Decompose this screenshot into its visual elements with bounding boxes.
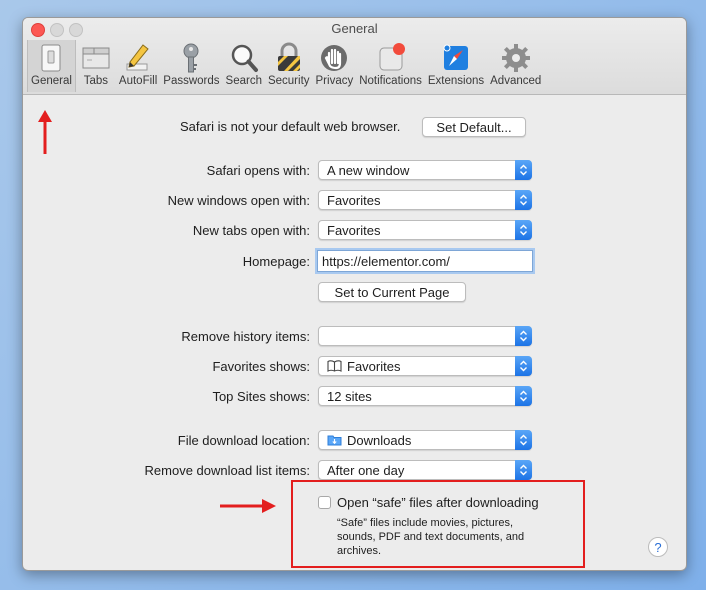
remove-history-select[interactable] xyxy=(318,326,532,346)
remove-download-label: Remove download list items: xyxy=(144,463,310,478)
preferences-toolbar: General Tabs AutoFill Passwords Search S… xyxy=(27,40,544,92)
remove-history-label: Remove history items: xyxy=(181,329,310,344)
tab-general[interactable]: General xyxy=(27,40,76,92)
magnifier-icon xyxy=(227,41,261,75)
tab-tabs[interactable]: Tabs xyxy=(76,40,116,92)
set-current-page-button[interactable]: Set to Current Page xyxy=(318,282,466,302)
remove-download-select[interactable]: After one day xyxy=(318,460,532,480)
favorites-shows-label: Favorites shows: xyxy=(212,359,310,374)
chevron-updown-icon xyxy=(515,190,532,210)
book-icon xyxy=(327,360,342,372)
download-location-label: File download location: xyxy=(177,433,310,448)
gear-icon xyxy=(499,41,533,75)
key-icon xyxy=(174,41,208,75)
chevron-updown-icon xyxy=(515,386,532,406)
chevron-updown-icon xyxy=(515,160,532,180)
default-browser-text: Safari is not your default web browser. xyxy=(180,119,401,134)
tab-passwords[interactable]: Passwords xyxy=(160,40,222,92)
general-switch-icon xyxy=(34,41,68,75)
tab-security[interactable]: Security xyxy=(265,40,313,92)
tab-extensions[interactable]: Extensions xyxy=(425,40,487,92)
opens-with-select[interactable]: A new window xyxy=(318,160,532,180)
help-button[interactable]: ? xyxy=(648,537,668,557)
hand-icon xyxy=(317,41,351,75)
chevron-updown-icon xyxy=(515,430,532,450)
titlebar: General General Tabs AutoFill Passwords … xyxy=(23,18,686,95)
set-default-button[interactable]: Set Default... xyxy=(422,117,526,137)
chevron-updown-icon xyxy=(515,326,532,346)
chevron-updown-icon xyxy=(515,460,532,480)
new-windows-label: New windows open with: xyxy=(167,193,310,208)
top-sites-label: Top Sites shows: xyxy=(212,389,310,404)
annotation-arrow-right-icon xyxy=(220,499,276,513)
puzzle-compass-icon xyxy=(439,41,473,75)
tab-autofill[interactable]: AutoFill xyxy=(116,40,160,92)
padlock-icon xyxy=(272,41,306,75)
homepage-input[interactable]: https://elementor.com/ xyxy=(317,250,533,272)
favorites-shows-select[interactable]: Favorites xyxy=(318,356,532,376)
opens-with-label: Safari opens with: xyxy=(206,163,310,178)
tabs-icon xyxy=(79,41,113,75)
download-location-select[interactable]: Downloads xyxy=(318,430,532,450)
window-title: General xyxy=(331,21,378,36)
top-sites-select[interactable]: 12 sites xyxy=(318,386,532,406)
annotation-highlight-box xyxy=(291,480,585,568)
tab-search[interactable]: Search xyxy=(223,40,265,92)
tab-privacy[interactable]: Privacy xyxy=(313,40,357,92)
homepage-label: Homepage: xyxy=(242,254,310,269)
notification-badge-icon xyxy=(374,41,408,75)
tab-notifications[interactable]: Notifications xyxy=(356,40,425,92)
pencil-icon xyxy=(121,41,155,75)
chevron-updown-icon xyxy=(515,220,532,240)
annotation-arrow-up-icon xyxy=(38,110,52,154)
chevron-updown-icon xyxy=(515,356,532,376)
folder-icon xyxy=(327,434,342,446)
new-windows-select[interactable]: Favorites xyxy=(318,190,532,210)
new-tabs-select[interactable]: Favorites xyxy=(318,220,532,240)
new-tabs-label: New tabs open with: xyxy=(192,223,310,238)
tab-advanced[interactable]: Advanced xyxy=(487,40,544,92)
